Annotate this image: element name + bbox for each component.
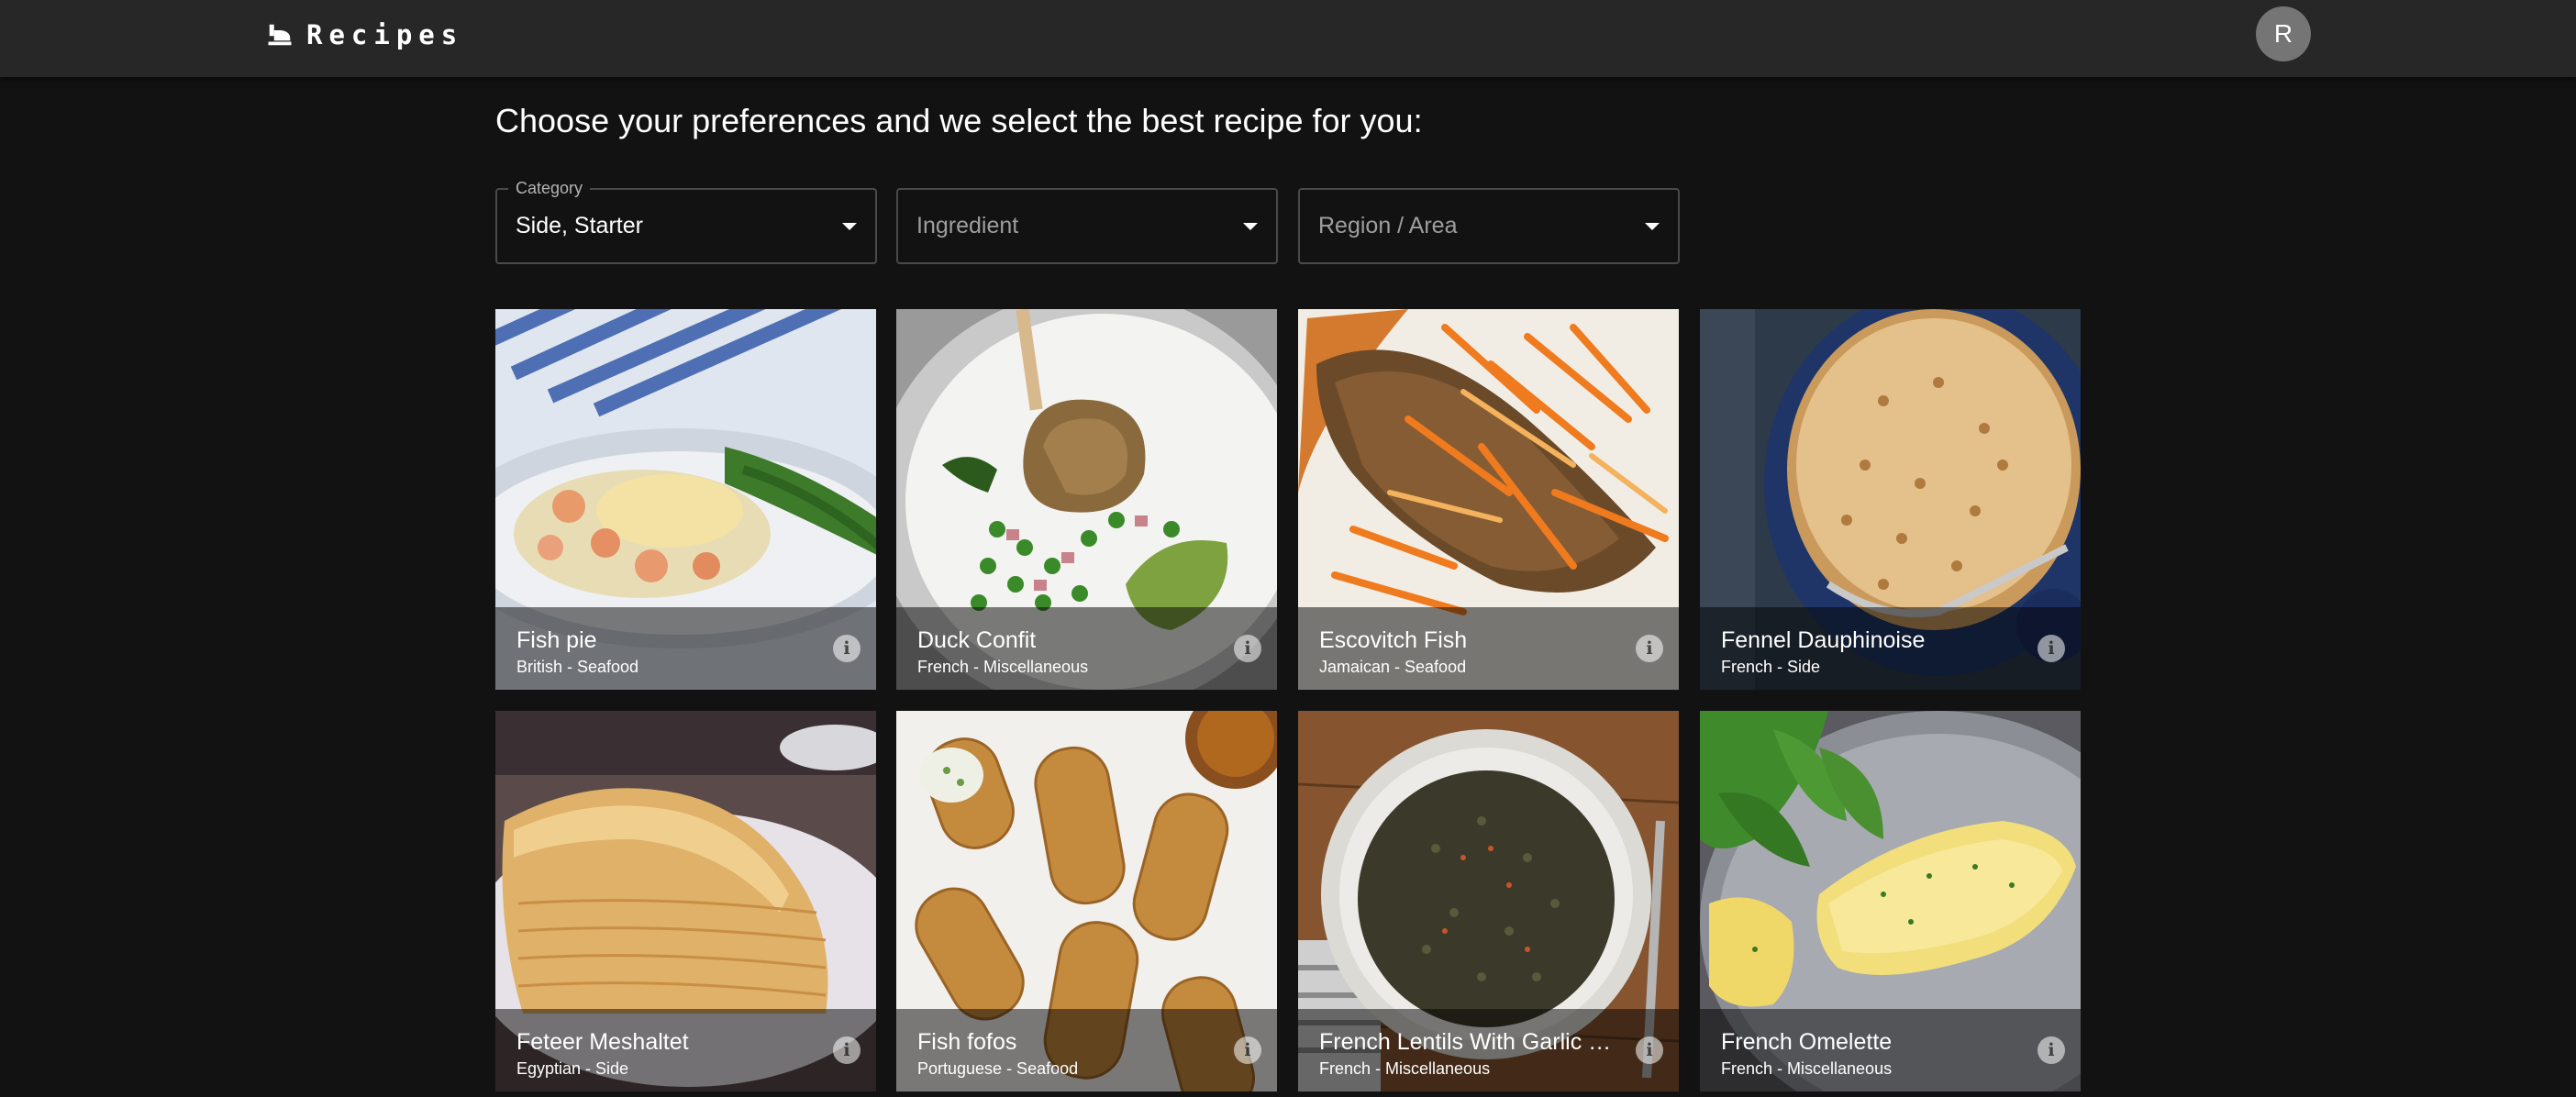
brand[interactable]: Recipes — [266, 18, 463, 51]
info-icon[interactable]: i — [833, 1036, 861, 1064]
recipe-title: French Lentils With Garlic an... — [1319, 1029, 1613, 1055]
recipe-title: French Omelette — [1721, 1029, 1893, 1055]
info-icon[interactable]: i — [2037, 1036, 2065, 1064]
app-title: Recipes — [306, 19, 464, 50]
category-label: Category — [508, 179, 591, 198]
chef-hat-icon — [268, 24, 292, 46]
recipe-card[interactable]: Escovitch Fish Jamaican - Seafood i — [1298, 309, 1679, 690]
ingredient-placeholder: Ingredient — [916, 213, 1019, 238]
info-icon[interactable]: i — [833, 635, 861, 662]
region-select[interactable]: Region / Area — [1298, 188, 1680, 264]
recipe-subtitle: French - Side — [1721, 658, 1821, 676]
recipe-card[interactable]: Feteer Meshaltet Egyptian - Side i — [495, 711, 876, 1091]
arrow-drop-down-icon — [1243, 223, 1258, 230]
info-icon[interactable]: i — [1234, 1036, 1261, 1064]
recipe-card[interactable]: Fish fofos Portuguese - Seafood i — [896, 711, 1277, 1091]
region-placeholder: Region / Area — [1318, 213, 1458, 238]
category-value: Side, Starter — [516, 213, 643, 238]
info-icon[interactable]: i — [1636, 635, 1663, 662]
recipe-subtitle: French - Miscellaneous — [1319, 1059, 1491, 1078]
page-heading: Choose your preferences and we select th… — [495, 102, 1423, 139]
app-bar: Recipes R — [0, 0, 2576, 77]
recipe-title: Escovitch Fish — [1319, 627, 1468, 653]
recipe-subtitle: French - Miscellaneous — [917, 658, 1089, 676]
recipe-subtitle: Portuguese - Seafood — [917, 1059, 1079, 1078]
recipe-subtitle: French - Miscellaneous — [1721, 1059, 1893, 1078]
recipe-card[interactable]: Fennel Dauphinoise French - Side i — [1700, 309, 2081, 690]
recipe-title: Feteer Meshaltet — [516, 1029, 689, 1055]
recipe-card[interactable]: Duck Confit French - Miscellaneous i — [896, 309, 1277, 690]
info-icon[interactable]: i — [1234, 635, 1261, 662]
recipe-subtitle: British - Seafood — [516, 658, 639, 676]
recipe-card[interactable]: French Omelette French - Miscellaneous i — [1700, 711, 2081, 1091]
category-select[interactable]: Category Side, Starter — [495, 179, 877, 264]
ingredient-select[interactable]: Ingredient — [896, 188, 1278, 264]
info-icon[interactable]: i — [2037, 635, 2065, 662]
recipe-title: Fennel Dauphinoise — [1721, 627, 1926, 653]
recipe-subtitle: Jamaican - Seafood — [1319, 658, 1467, 676]
recipe-subtitle: Egyptian - Side — [516, 1059, 629, 1078]
avatar[interactable]: R — [2256, 6, 2311, 61]
arrow-drop-down-icon — [1645, 223, 1660, 230]
recipe-title: Duck Confit — [917, 627, 1037, 653]
recipe-title: Fish fofos — [917, 1029, 1017, 1055]
info-icon[interactable]: i — [1636, 1036, 1663, 1064]
recipe-title: Fish pie — [516, 627, 597, 653]
arrow-drop-down-icon — [842, 223, 857, 230]
recipe-card[interactable]: Fish pie British - Seafood i — [495, 309, 876, 690]
recipe-card[interactable]: French Lentils With Garlic an... French … — [1298, 711, 1679, 1091]
